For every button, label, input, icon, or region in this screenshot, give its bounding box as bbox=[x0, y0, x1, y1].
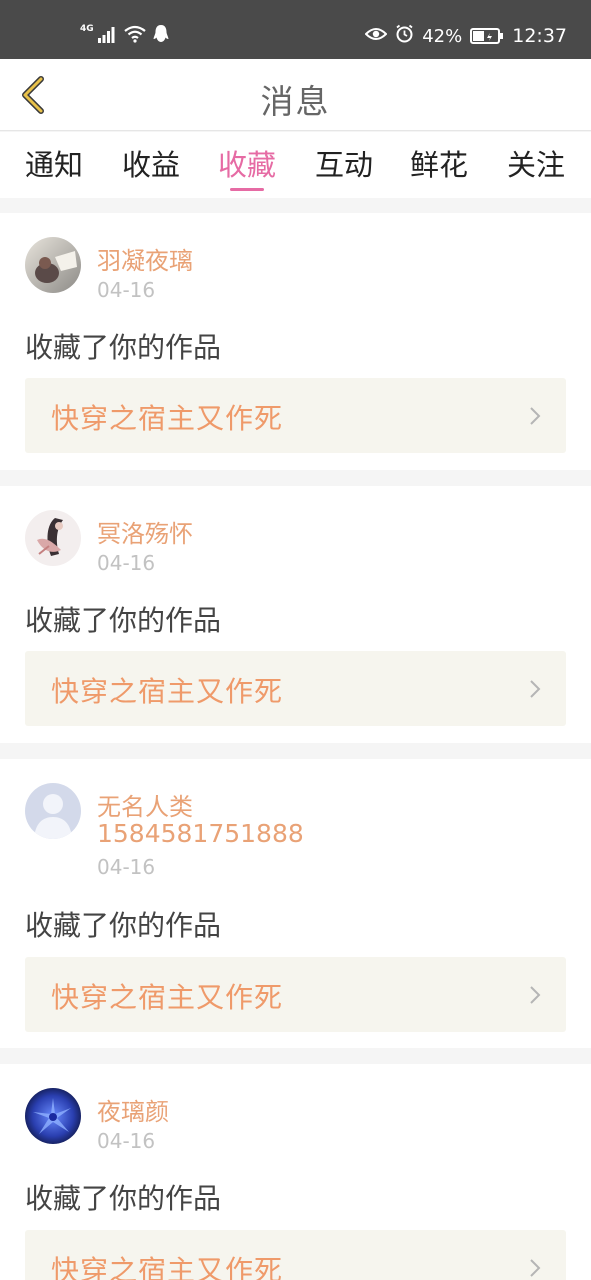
notification-card: 夜璃颜 04-16 收藏了你的作品 快穿之宿主又作死 bbox=[0, 1064, 591, 1280]
chevron-right-icon bbox=[530, 986, 541, 1004]
avatar[interactable] bbox=[25, 1088, 81, 1144]
active-tab-indicator bbox=[230, 188, 264, 191]
tab-flowers[interactable]: 鲜花 bbox=[394, 142, 484, 196]
header: 消息 bbox=[0, 59, 591, 131]
tab-label: 互动 bbox=[314, 148, 373, 182]
wifi-icon bbox=[123, 25, 146, 48]
notification-card: 冥洛殇怀 04-16 收藏了你的作品 快穿之宿主又作死 bbox=[0, 486, 591, 743]
network-type: 4G bbox=[80, 24, 94, 34]
work-link[interactable]: 快穿之宿主又作死 bbox=[25, 957, 566, 1032]
notification-card: 羽凝夜璃 04-16 收藏了你的作品 快穿之宿主又作死 bbox=[0, 213, 591, 470]
alarm-icon bbox=[395, 24, 414, 48]
tab-label: 鲜花 bbox=[409, 148, 468, 182]
work-link[interactable]: 快穿之宿主又作死 bbox=[25, 378, 566, 453]
chevron-right-icon bbox=[530, 407, 541, 425]
notification-date: 04-16 bbox=[97, 278, 156, 302]
default-avatar[interactable] bbox=[25, 783, 81, 839]
username[interactable]: 羽凝夜璃 bbox=[97, 241, 193, 276]
tab-label: 收益 bbox=[121, 148, 180, 182]
notification-date: 04-16 bbox=[97, 551, 156, 575]
work-title: 快穿之宿主又作死 bbox=[51, 402, 284, 435]
battery-percent: 42% bbox=[422, 25, 463, 47]
username[interactable]: 夜璃颜 bbox=[97, 1092, 169, 1127]
work-link[interactable]: 快穿之宿主又作死 bbox=[25, 651, 566, 726]
tab-earnings[interactable]: 收益 bbox=[106, 142, 196, 196]
battery-icon bbox=[470, 27, 504, 45]
tab-favorites[interactable]: 收藏 bbox=[202, 142, 292, 196]
work-title: 快穿之宿主又作死 bbox=[51, 1254, 284, 1280]
user-id: 1584581751888 bbox=[97, 819, 304, 848]
clock: 12:37 bbox=[512, 25, 567, 47]
work-link[interactable]: 快穿之宿主又作死 bbox=[25, 1230, 566, 1280]
notification-action: 收藏了你的作品 bbox=[25, 604, 222, 637]
eye-comfort-icon bbox=[364, 26, 388, 47]
tab-label: 通知 bbox=[24, 148, 83, 182]
avatar[interactable] bbox=[25, 510, 81, 566]
tab-follows[interactable]: 关注 bbox=[491, 142, 581, 196]
qq-notification-icon bbox=[152, 24, 170, 49]
tab-notifications[interactable]: 通知 bbox=[9, 142, 99, 196]
work-title: 快穿之宿主又作死 bbox=[51, 981, 284, 1014]
notification-action: 收藏了你的作品 bbox=[25, 1182, 222, 1215]
avatar[interactable] bbox=[25, 237, 81, 293]
tab-label: 关注 bbox=[506, 148, 565, 182]
notification-date: 04-16 bbox=[97, 855, 156, 879]
notification-action: 收藏了你的作品 bbox=[25, 331, 222, 364]
notification-card: 无名人类 1584581751888 04-16 收藏了你的作品 快穿之宿主又作… bbox=[0, 759, 591, 1048]
status-bar: 4G 42% 12:37 bbox=[0, 0, 591, 59]
signal-icon bbox=[97, 25, 118, 48]
notification-action: 收藏了你的作品 bbox=[25, 909, 222, 942]
tab-bar: 通知 收益 收藏 互动 鲜花 关注 bbox=[0, 132, 591, 198]
username[interactable]: 无名人类 bbox=[97, 787, 193, 822]
page-title: 消息 bbox=[260, 82, 331, 121]
tab-interactions[interactable]: 互动 bbox=[299, 142, 389, 196]
tab-label: 收藏 bbox=[217, 148, 276, 182]
chevron-right-icon bbox=[530, 1259, 541, 1277]
chevron-right-icon bbox=[530, 680, 541, 698]
work-title: 快穿之宿主又作死 bbox=[51, 675, 284, 708]
notification-date: 04-16 bbox=[97, 1129, 156, 1153]
username[interactable]: 冥洛殇怀 bbox=[97, 514, 193, 549]
